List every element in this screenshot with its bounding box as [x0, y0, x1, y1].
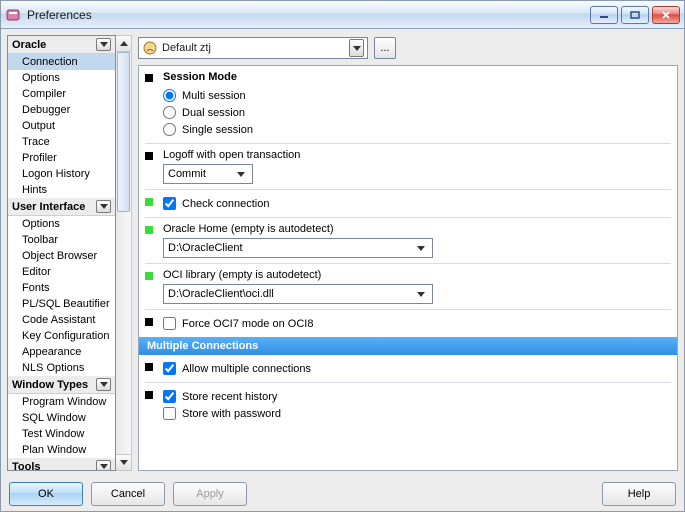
- window-title: Preferences: [27, 8, 590, 22]
- profile-row: Default ztj ...: [138, 35, 678, 61]
- radio-multi-session[interactable]: Multi session: [163, 87, 667, 104]
- group-check-connection: Check connection: [139, 190, 677, 217]
- sidebar-item-compiler[interactable]: Compiler: [8, 86, 115, 102]
- store-password-checkbox[interactable]: Store with password: [163, 405, 667, 422]
- sidebar-scrollbar[interactable]: [116, 35, 132, 471]
- profile-select[interactable]: Default ztj: [138, 37, 368, 59]
- category-oracle[interactable]: Oracle: [8, 36, 115, 54]
- chevron-down-icon[interactable]: [96, 200, 111, 213]
- minimize-button[interactable]: [590, 6, 618, 24]
- sidebar-item-options[interactable]: Options: [8, 70, 115, 86]
- sidebar-item-nls-options[interactable]: NLS Options: [8, 360, 115, 376]
- group-oracle-home: Oracle Home (empty is autodetect) D:\Ora…: [139, 218, 677, 263]
- sidebar-item-appearance[interactable]: Appearance: [8, 344, 115, 360]
- sidebar-item-toolbar[interactable]: Toolbar: [8, 232, 115, 248]
- multiple-connections-header: Multiple Connections: [139, 337, 677, 355]
- chevron-down-icon: [413, 240, 428, 256]
- sidebar-item-fonts[interactable]: Fonts: [8, 280, 115, 296]
- scroll-up-icon[interactable]: [116, 36, 131, 52]
- profile-label: Default ztj: [162, 42, 349, 54]
- oci-library-select[interactable]: D:\OracleClient\oci.dll: [163, 284, 433, 304]
- sidebar-item-connection[interactable]: Connection: [8, 54, 115, 70]
- sidebar-item-plsql-beautifier[interactable]: PL/SQL Beautifier: [8, 296, 115, 312]
- sidebar-item-test-window[interactable]: Test Window: [8, 426, 115, 442]
- marker-icon: [145, 318, 153, 326]
- marker-icon: [145, 363, 153, 371]
- chevron-down-icon: [233, 166, 248, 182]
- marker-icon: [145, 391, 153, 399]
- group-session-mode: Session Mode Multi session Dual session …: [139, 66, 677, 143]
- group-store-history: Store recent history Store with password: [139, 383, 677, 427]
- apply-button[interactable]: Apply: [173, 482, 247, 506]
- marker-icon: [145, 74, 153, 82]
- titlebar: Preferences: [1, 1, 684, 29]
- chevron-down-icon[interactable]: [96, 38, 111, 51]
- oracle-home-select[interactable]: D:\OracleClient: [163, 238, 433, 258]
- store-recent-checkbox[interactable]: Store recent history: [163, 388, 667, 405]
- marker-icon: [145, 272, 153, 280]
- radio-dual-session[interactable]: Dual session: [163, 104, 667, 121]
- category-tree[interactable]: Oracle Connection Options Compiler Debug…: [7, 35, 116, 471]
- sidebar-item-code-assistant[interactable]: Code Assistant: [8, 312, 115, 328]
- oracle-home-title: Oracle Home (empty is autodetect): [163, 223, 667, 235]
- logoff-title: Logoff with open transaction: [163, 149, 667, 161]
- chevron-down-icon: [413, 286, 428, 302]
- cancel-button[interactable]: Cancel: [91, 482, 165, 506]
- group-allow-multiple: Allow multiple connections: [139, 355, 677, 382]
- sidebar-item-debugger[interactable]: Debugger: [8, 102, 115, 118]
- sidebar-item-ui-options[interactable]: Options: [8, 216, 115, 232]
- sidebar-item-output[interactable]: Output: [8, 118, 115, 134]
- sidebar-item-sql-window[interactable]: SQL Window: [8, 410, 115, 426]
- group-oci-library: OCI library (empty is autodetect) D:\Ora…: [139, 264, 677, 309]
- close-button[interactable]: [652, 6, 680, 24]
- marker-icon: [145, 152, 153, 160]
- footer: OK Cancel Apply Help: [1, 477, 684, 511]
- scroll-track[interactable]: [116, 52, 131, 454]
- chevron-down-icon[interactable]: [349, 39, 364, 57]
- marker-icon: [145, 226, 153, 234]
- app-icon: [5, 7, 21, 23]
- scroll-down-icon[interactable]: [116, 454, 131, 470]
- sidebar-item-plan-window[interactable]: Plan Window: [8, 442, 115, 458]
- oci-library-title: OCI library (empty is autodetect): [163, 269, 667, 281]
- sidebar-item-trace[interactable]: Trace: [8, 134, 115, 150]
- scroll-thumb[interactable]: [117, 52, 130, 212]
- sidebar-item-object-browser[interactable]: Object Browser: [8, 248, 115, 264]
- preferences-window: Preferences Oracle Connection Options Co…: [0, 0, 685, 512]
- window-controls: [590, 6, 680, 24]
- maximize-button[interactable]: [621, 6, 649, 24]
- marker-icon: [145, 198, 153, 206]
- profile-more-button[interactable]: ...: [374, 37, 396, 59]
- group-force-oci7: Force OCI7 mode on OCI8: [139, 310, 677, 337]
- sidebar-item-program-window[interactable]: Program Window: [8, 394, 115, 410]
- chevron-down-icon[interactable]: [96, 378, 111, 391]
- category-tools[interactable]: Tools: [8, 458, 115, 471]
- sidebar: Oracle Connection Options Compiler Debug…: [7, 35, 132, 471]
- sidebar-item-logon-history[interactable]: Logon History: [8, 166, 115, 182]
- logoff-select[interactable]: Commit: [163, 164, 253, 184]
- body: Oracle Connection Options Compiler Debug…: [1, 29, 684, 477]
- radio-single-session[interactable]: Single session: [163, 121, 667, 138]
- force-oci7-checkbox[interactable]: Force OCI7 mode on OCI8: [163, 315, 667, 332]
- settings-panel: Session Mode Multi session Dual session …: [138, 65, 678, 471]
- category-user-interface[interactable]: User Interface: [8, 198, 115, 216]
- category-window-types[interactable]: Window Types: [8, 376, 115, 394]
- sidebar-item-editor[interactable]: Editor: [8, 264, 115, 280]
- profile-icon: [142, 40, 158, 56]
- session-mode-title: Session Mode: [163, 71, 667, 83]
- chevron-down-icon[interactable]: [96, 460, 111, 471]
- sidebar-item-key-configuration[interactable]: Key Configuration: [8, 328, 115, 344]
- ok-button[interactable]: OK: [9, 482, 83, 506]
- check-connection-checkbox[interactable]: Check connection: [163, 195, 667, 212]
- allow-multiple-checkbox[interactable]: Allow multiple connections: [163, 360, 667, 377]
- sidebar-item-profiler[interactable]: Profiler: [8, 150, 115, 166]
- sidebar-item-hints[interactable]: Hints: [8, 182, 115, 198]
- group-logoff: Logoff with open transaction Commit: [139, 144, 677, 189]
- main-area: Default ztj ... Session Mode Multi sessi…: [138, 35, 678, 471]
- help-button[interactable]: Help: [602, 482, 676, 506]
